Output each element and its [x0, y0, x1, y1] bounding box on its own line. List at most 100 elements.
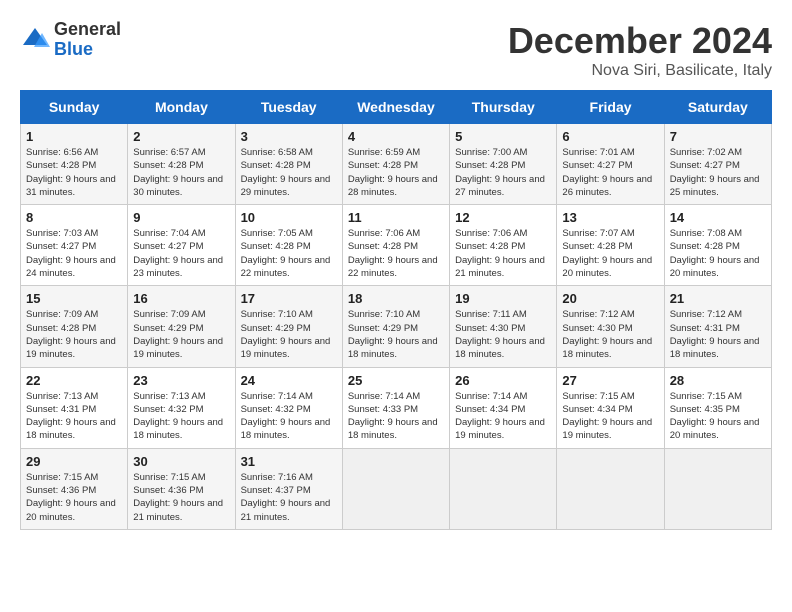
logo-blue: Blue: [54, 40, 121, 60]
calendar-cell: 7Sunrise: 7:02 AM Sunset: 4:27 PM Daylig…: [664, 124, 771, 205]
calendar-week-row: 15Sunrise: 7:09 AM Sunset: 4:28 PM Dayli…: [21, 286, 772, 367]
day-number: 2: [133, 129, 229, 144]
day-of-week-thursday: Thursday: [450, 91, 557, 124]
calendar-cell: 24 Sunrise: 7:14 AM Sunset: 4:32 PM Dayli…: [235, 367, 342, 448]
day-number: 23: [133, 373, 229, 388]
day-number: 18: [348, 291, 444, 306]
calendar-cell: 11 Sunrise: 7:06 AM Sunset: 4:28 PM Dayli…: [342, 205, 449, 286]
day-info: Sunrise: 6:56 AM Sunset: 4:28 PM Dayligh…: [26, 146, 122, 199]
day-info: Sunrise: 6:58 AM Sunset: 4:28 PM Dayligh…: [241, 146, 337, 199]
day-number: 31: [241, 454, 337, 469]
day-info: Sunrise: 7:06 AM Sunset: 4:28 PM Dayligh…: [348, 227, 444, 280]
day-info: Sunrise: 7:16 AM Sunset: 4:37 PM Dayligh…: [241, 471, 337, 524]
day-number: 30: [133, 454, 229, 469]
logo-text: General Blue: [54, 20, 121, 60]
calendar-cell: 13Sunrise: 7:07 AM Sunset: 4:28 PM Dayli…: [557, 205, 664, 286]
calendar-cell: [450, 448, 557, 529]
calendar-cell: 22 Sunrise: 7:13 AM Sunset: 4:31 PM Dayli…: [21, 367, 128, 448]
day-info: Sunrise: 7:15 AM Sunset: 4:36 PM Dayligh…: [26, 471, 122, 524]
month-title: December 2024: [508, 20, 772, 62]
calendar-cell: 10 Sunrise: 7:05 AM Sunset: 4:28 PM Dayli…: [235, 205, 342, 286]
calendar-cell: 5 Sunrise: 7:00 AM Sunset: 4:28 PM Daylig…: [450, 124, 557, 205]
day-info: Sunrise: 7:08 AM Sunset: 4:28 PM Dayligh…: [670, 227, 766, 280]
logo-general: General: [54, 20, 121, 40]
day-info: Sunrise: 7:00 AM Sunset: 4:28 PM Dayligh…: [455, 146, 551, 199]
calendar-cell: 9 Sunrise: 7:04 AM Sunset: 4:27 PM Daylig…: [128, 205, 235, 286]
day-number: 26: [455, 373, 551, 388]
calendar-cell: [664, 448, 771, 529]
calendar-cell: 20 Sunrise: 7:12 AM Sunset: 4:30 PM Dayli…: [557, 286, 664, 367]
calendar-cell: 1 Sunrise: 6:56 AM Sunset: 4:28 PM Daylig…: [21, 124, 128, 205]
day-number: 22: [26, 373, 122, 388]
calendar-cell: 29 Sunrise: 7:15 AM Sunset: 4:36 PM Dayli…: [21, 448, 128, 529]
calendar-header-row: SundayMondayTuesdayWednesdayThursdayFrid…: [21, 91, 772, 124]
day-info: Sunrise: 7:12 AM Sunset: 4:30 PM Dayligh…: [562, 308, 658, 361]
calendar-cell: 2 Sunrise: 6:57 AM Sunset: 4:28 PM Daylig…: [128, 124, 235, 205]
calendar-cell: 4Sunrise: 6:59 AM Sunset: 4:28 PM Daylig…: [342, 124, 449, 205]
day-number: 16: [133, 291, 229, 306]
day-number: 5: [455, 129, 551, 144]
day-info: Sunrise: 7:14 AM Sunset: 4:34 PM Dayligh…: [455, 390, 551, 443]
calendar-cell: 26 Sunrise: 7:14 AM Sunset: 4:34 PM Dayli…: [450, 367, 557, 448]
calendar-cell: [342, 448, 449, 529]
day-info: Sunrise: 7:13 AM Sunset: 4:31 PM Dayligh…: [26, 390, 122, 443]
day-number: 15: [26, 291, 122, 306]
day-info: Sunrise: 7:01 AM Sunset: 4:27 PM Dayligh…: [562, 146, 658, 199]
calendar-cell: 21 Sunrise: 7:12 AM Sunset: 4:31 PM Dayli…: [664, 286, 771, 367]
day-number: 21: [670, 291, 766, 306]
calendar: SundayMondayTuesdayWednesdayThursdayFrid…: [20, 90, 772, 530]
day-of-week-monday: Monday: [128, 91, 235, 124]
day-number: 27: [562, 373, 658, 388]
day-info: Sunrise: 7:03 AM Sunset: 4:27 PM Dayligh…: [26, 227, 122, 280]
day-number: 24: [241, 373, 337, 388]
calendar-cell: 19Sunrise: 7:11 AM Sunset: 4:30 PM Dayli…: [450, 286, 557, 367]
calendar-cell: 8Sunrise: 7:03 AM Sunset: 4:27 PM Daylig…: [21, 205, 128, 286]
day-number: 6: [562, 129, 658, 144]
logo: General Blue: [20, 20, 121, 60]
day-of-week-friday: Friday: [557, 91, 664, 124]
calendar-week-row: 8Sunrise: 7:03 AM Sunset: 4:27 PM Daylig…: [21, 205, 772, 286]
day-info: Sunrise: 6:57 AM Sunset: 4:28 PM Dayligh…: [133, 146, 229, 199]
calendar-week-row: 1 Sunrise: 6:56 AM Sunset: 4:28 PM Daylig…: [21, 124, 772, 205]
day-number: 7: [670, 129, 766, 144]
day-info: Sunrise: 7:07 AM Sunset: 4:28 PM Dayligh…: [562, 227, 658, 280]
day-number: 29: [26, 454, 122, 469]
day-info: Sunrise: 7:12 AM Sunset: 4:31 PM Dayligh…: [670, 308, 766, 361]
day-number: 14: [670, 210, 766, 225]
day-number: 11: [348, 210, 444, 225]
day-info: Sunrise: 7:14 AM Sunset: 4:32 PM Dayligh…: [241, 390, 337, 443]
calendar-week-row: 29 Sunrise: 7:15 AM Sunset: 4:36 PM Dayli…: [21, 448, 772, 529]
day-number: 17: [241, 291, 337, 306]
day-info: Sunrise: 7:09 AM Sunset: 4:29 PM Dayligh…: [133, 308, 229, 361]
calendar-cell: [557, 448, 664, 529]
day-number: 10: [241, 210, 337, 225]
day-info: Sunrise: 7:15 AM Sunset: 4:35 PM Dayligh…: [670, 390, 766, 443]
day-number: 9: [133, 210, 229, 225]
day-number: 25: [348, 373, 444, 388]
day-number: 3: [241, 129, 337, 144]
calendar-cell: 15Sunrise: 7:09 AM Sunset: 4:28 PM Dayli…: [21, 286, 128, 367]
day-of-week-wednesday: Wednesday: [342, 91, 449, 124]
calendar-cell: 27Sunrise: 7:15 AM Sunset: 4:34 PM Dayli…: [557, 367, 664, 448]
calendar-cell: 18 Sunrise: 7:10 AM Sunset: 4:29 PM Dayli…: [342, 286, 449, 367]
day-of-week-sunday: Sunday: [21, 91, 128, 124]
day-number: 19: [455, 291, 551, 306]
day-info: Sunrise: 7:15 AM Sunset: 4:36 PM Dayligh…: [133, 471, 229, 524]
day-info: Sunrise: 7:10 AM Sunset: 4:29 PM Dayligh…: [348, 308, 444, 361]
day-number: 28: [670, 373, 766, 388]
header: General Blue December 2024 Nova Siri, Ba…: [20, 20, 772, 80]
day-info: Sunrise: 7:05 AM Sunset: 4:28 PM Dayligh…: [241, 227, 337, 280]
day-info: Sunrise: 7:04 AM Sunset: 4:27 PM Dayligh…: [133, 227, 229, 280]
title-area: December 2024 Nova Siri, Basilicate, Ita…: [508, 20, 772, 80]
day-info: Sunrise: 7:14 AM Sunset: 4:33 PM Dayligh…: [348, 390, 444, 443]
calendar-cell: 17Sunrise: 7:10 AM Sunset: 4:29 PM Dayli…: [235, 286, 342, 367]
day-info: Sunrise: 7:06 AM Sunset: 4:28 PM Dayligh…: [455, 227, 551, 280]
calendar-cell: 28 Sunrise: 7:15 AM Sunset: 4:35 PM Dayli…: [664, 367, 771, 448]
logo-icon: [20, 25, 50, 55]
day-of-week-saturday: Saturday: [664, 91, 771, 124]
day-number: 1: [26, 129, 122, 144]
day-info: Sunrise: 6:59 AM Sunset: 4:28 PM Dayligh…: [348, 146, 444, 199]
day-number: 20: [562, 291, 658, 306]
calendar-cell: 12 Sunrise: 7:06 AM Sunset: 4:28 PM Dayli…: [450, 205, 557, 286]
day-number: 12: [455, 210, 551, 225]
